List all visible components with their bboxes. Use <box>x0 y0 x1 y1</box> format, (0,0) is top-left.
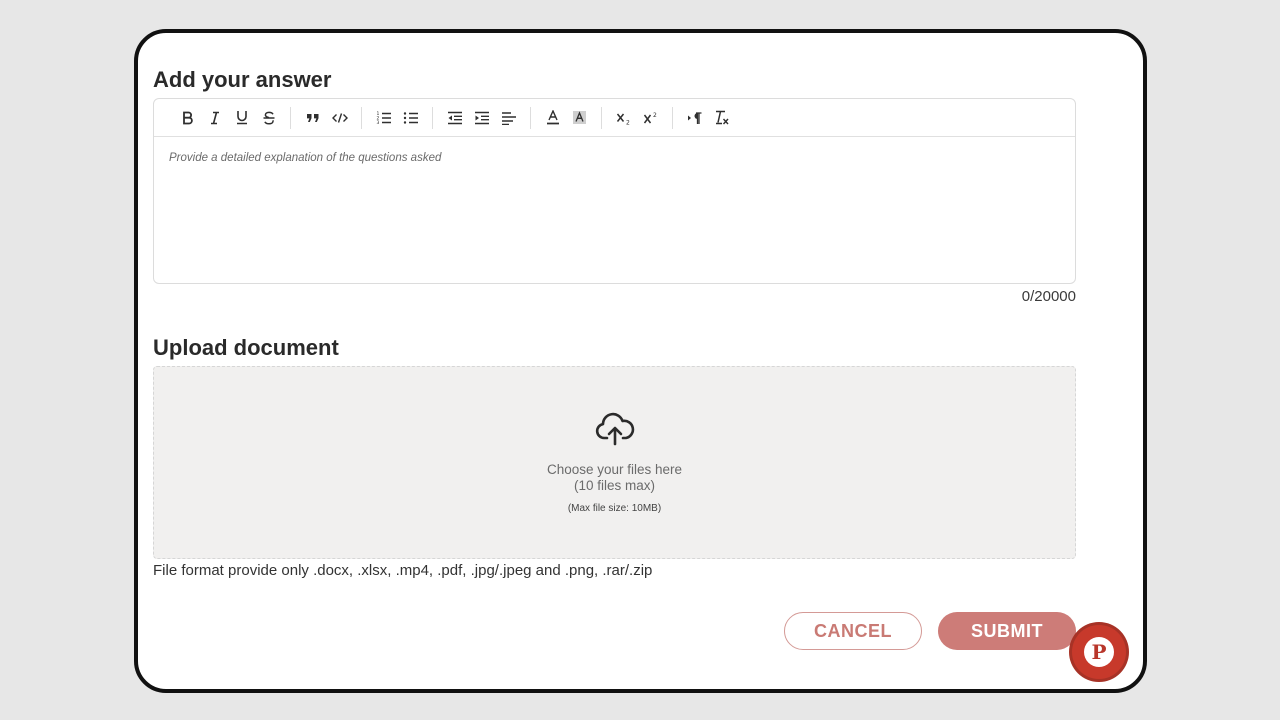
svg-text:2: 2 <box>626 119 630 125</box>
underline-icon[interactable] <box>228 106 255 130</box>
brand-logo-icon: P <box>1084 637 1114 667</box>
editor-placeholder: Provide a detailed explanation of the qu… <box>169 152 442 164</box>
bullet-list-icon[interactable] <box>397 106 424 130</box>
character-counter: 0/20000 <box>1021 288 1076 305</box>
align-left-icon[interactable] <box>495 106 522 130</box>
toolbar-divider <box>672 106 673 129</box>
blockquote-icon[interactable] <box>299 106 326 130</box>
background-color-icon[interactable] <box>566 106 593 130</box>
dropzone-instruction: Choose your files here <box>546 462 683 477</box>
bold-icon[interactable] <box>174 106 201 130</box>
subscript-icon[interactable]: 2 <box>610 106 637 130</box>
strikethrough-icon[interactable] <box>255 106 282 130</box>
outdent-icon[interactable] <box>441 106 468 130</box>
code-icon[interactable] <box>326 106 353 130</box>
toolbar-divider <box>601 106 602 129</box>
editor-toolbar: 123 2 2 <box>154 99 1075 137</box>
toolbar-divider <box>432 106 433 129</box>
superscript-icon[interactable]: 2 <box>637 106 664 130</box>
toolbar-divider <box>290 106 291 129</box>
svg-text:2: 2 <box>653 112 657 119</box>
dropzone-max-size: (Max file size: 10MB) <box>567 503 662 514</box>
submit-button[interactable]: SUBMIT <box>938 612 1076 650</box>
svg-text:3: 3 <box>376 120 379 125</box>
file-format-note: File format provide only .docx, .xlsx, .… <box>153 562 653 579</box>
cloud-upload-icon <box>595 411 635 452</box>
upload-section-title: Upload document <box>153 335 339 360</box>
toolbar-divider <box>361 106 362 129</box>
cancel-button[interactable]: CANCEL <box>784 612 922 650</box>
editor-text-area[interactable]: Provide a detailed explanation of the qu… <box>154 138 1075 283</box>
dropzone-file-limit: (10 files max) <box>573 478 656 493</box>
clear-format-icon[interactable] <box>708 106 735 130</box>
dialog-frame: Add your answer 1 2 3 2 2 Provide a deta… <box>134 29 1147 693</box>
floating-chat-button[interactable]: P <box>1072 625 1126 679</box>
text-direction-icon[interactable] <box>681 106 708 130</box>
indent-icon[interactable] <box>468 106 495 130</box>
rich-text-editor: 123 2 2 Provide a detailed explanation o… <box>153 98 1076 284</box>
text-color-icon[interactable] <box>539 106 566 130</box>
dropzone-content: Choose your files here (10 files max) (M… <box>154 411 1075 514</box>
file-dropzone[interactable]: Choose your files here (10 files max) (M… <box>153 366 1076 559</box>
answer-section-title: Add your answer <box>153 67 332 92</box>
italic-icon[interactable] <box>201 106 228 130</box>
toolbar-divider <box>530 106 531 129</box>
ordered-list-icon[interactable]: 123 <box>370 106 397 130</box>
